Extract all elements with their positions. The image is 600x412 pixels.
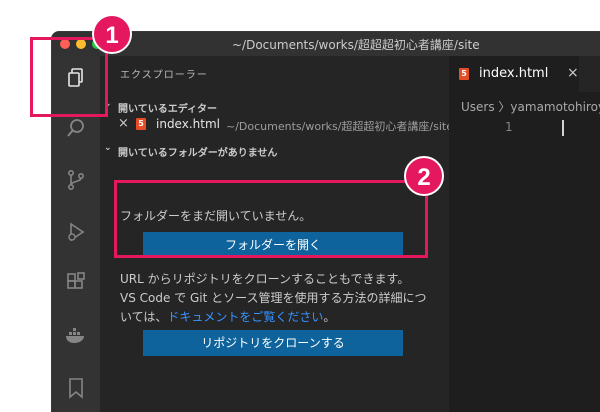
source-control-icon[interactable] — [64, 168, 88, 192]
bookmark-icon[interactable] — [64, 376, 88, 400]
clone-hint-text: URL からリポジトリをクローンすることもできます。 — [120, 272, 410, 286]
tab-filename: index.html — [479, 66, 549, 81]
line-number: 1 — [505, 120, 513, 134]
editor-tab-bar: 5 index.html × — [449, 56, 600, 92]
highlight-box-open-folder — [114, 180, 428, 258]
sidebar-title: エクスプローラー — [120, 70, 208, 81]
open-editor-path: ~/Documents/works/超超超初心者講座/site — [226, 120, 453, 133]
text-cursor — [562, 120, 564, 136]
highlight-box-explorer — [30, 37, 108, 117]
tab-close-icon[interactable]: × — [567, 65, 579, 81]
git-help-text-line2: いては、ドキュメントをご覧ください。 — [120, 308, 335, 325]
git-help-text-line1: VS Code で Git とソース管理を使用する方法の詳細につ — [120, 291, 427, 305]
html5-file-icon: 5 — [136, 118, 146, 130]
tab-index-html[interactable]: 5 index.html × — [449, 56, 579, 92]
documentation-link[interactable]: ドキュメントをご覧ください — [167, 310, 323, 324]
close-icon[interactable]: × — [118, 116, 129, 131]
docker-icon[interactable] — [64, 324, 88, 348]
editor-area: 5 index.html × Users 〉yamamotohiroy 1 — [449, 56, 600, 412]
clone-repository-button[interactable]: リポジトリをクローンする — [143, 330, 403, 356]
git-help-prefix: いては、 — [120, 310, 168, 324]
open-editor-filename: index.html — [156, 117, 220, 131]
no-folder-label: 開いているフォルダーがありません — [118, 148, 278, 159]
annotation-badge-1: 1 — [92, 14, 132, 54]
breadcrumb[interactable]: Users 〉yamamotohiroy — [461, 98, 600, 115]
open-editors-section-header[interactable]: ⌄ 開いているエディター — [100, 96, 449, 116]
open-editor-item[interactable]: × 5 index.html ~/Documents/works/超超超初心者講… — [100, 114, 453, 136]
run-debug-icon[interactable] — [64, 220, 88, 244]
git-help-suffix: 。 — [323, 310, 336, 324]
open-editors-label: 開いているエディター — [118, 104, 217, 115]
search-icon[interactable] — [64, 116, 88, 140]
chevron-down-icon: ⌄ — [104, 143, 112, 153]
extensions-icon[interactable] — [64, 270, 88, 294]
no-folder-section-header[interactable]: ⌄ 開いているフォルダーがありません — [100, 140, 449, 160]
html5-file-icon: 5 — [459, 68, 469, 80]
title-bar: ~/Documents/works/超超超初心者講座/site — [52, 32, 600, 56]
window-title: ~/Documents/works/超超超初心者講座/site — [232, 38, 480, 52]
annotation-badge-2: 2 — [404, 156, 444, 196]
